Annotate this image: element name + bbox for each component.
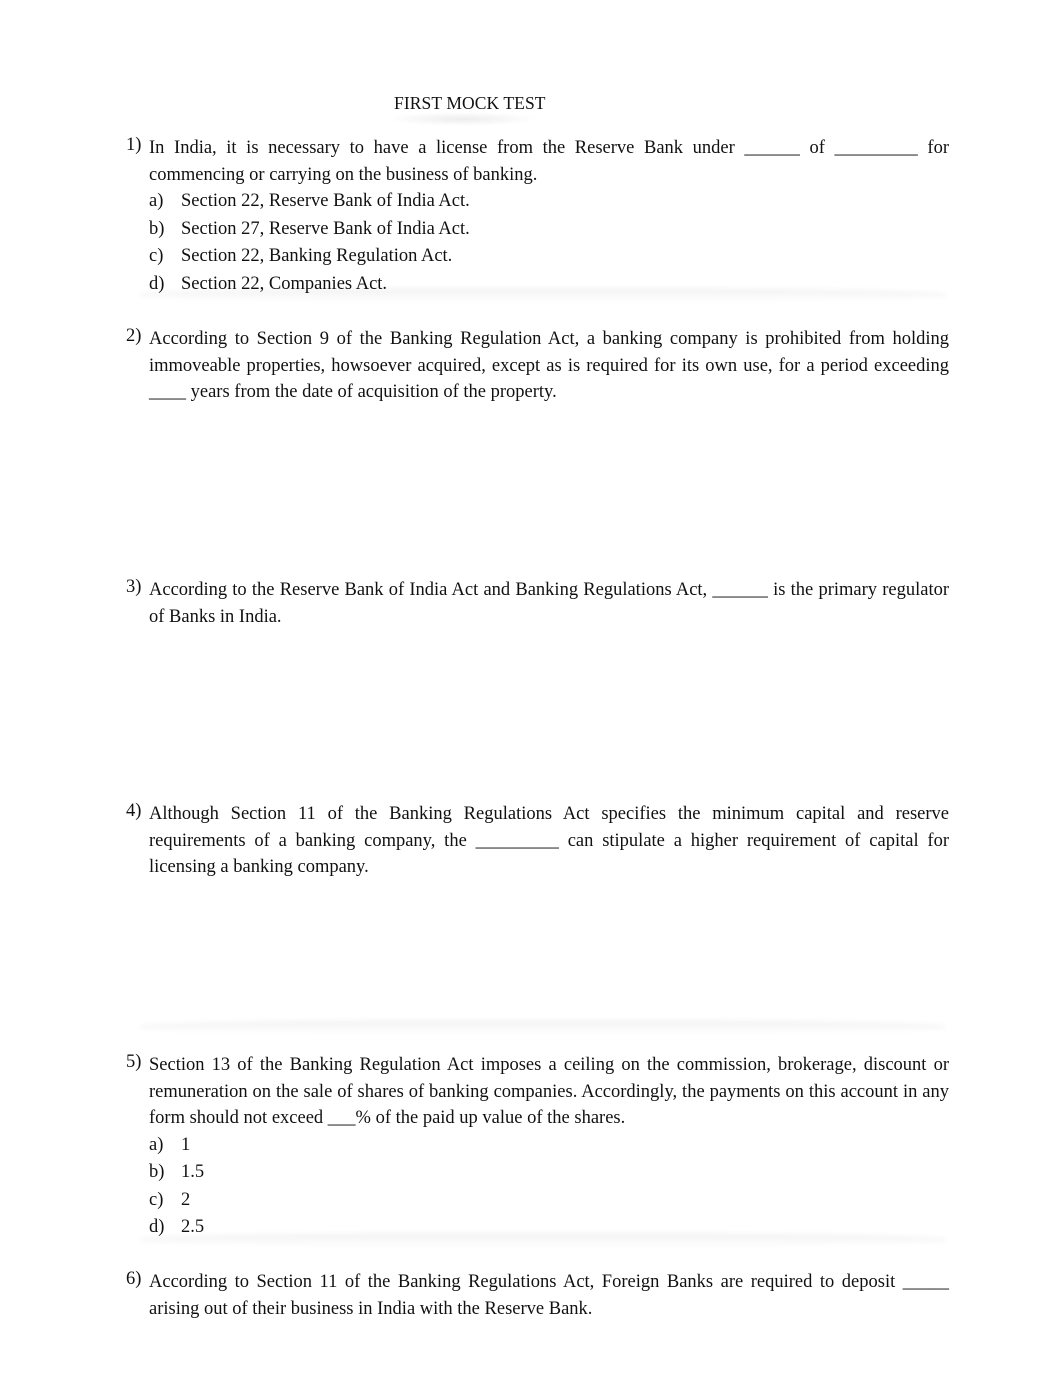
option-text: 1.5: [181, 1162, 205, 1182]
question-text: According to Section 11 of the Banking R…: [149, 1272, 949, 1319]
option-text: Section 22, Banking Regulation Act.: [181, 246, 453, 266]
option-text: 2: [181, 1189, 191, 1210]
options-list: a) Section 22, Reserve Bank of India Act…: [149, 188, 949, 298]
option-b[interactable]: b) 1.5: [149, 1159, 949, 1187]
question-5: 5) Section 13 of the Banking Regulation …: [126, 1052, 949, 1242]
section-divider-shadow: [140, 1233, 946, 1247]
option-text: Section 27, Reserve Bank of India Act.: [181, 218, 470, 239]
options-list: a) 1 b) 1.5 c) 2 d) 2.5: [149, 1132, 949, 1242]
section-divider-shadow: [140, 288, 946, 302]
title-shadow-decoration: [385, 112, 540, 126]
question-number: 4): [126, 801, 142, 821]
question-text: According to Section 9 of the Banking Re…: [149, 329, 949, 402]
option-text: Section 22, Reserve Bank of India Act.: [181, 191, 470, 211]
question-text: Although Section 11 of the Banking Regul…: [149, 804, 949, 877]
question-number: 5): [126, 1052, 142, 1072]
option-b[interactable]: b) Section 27, Reserve Bank of India Act…: [149, 216, 949, 244]
question-number: 1): [126, 135, 142, 155]
question-6: 6) According to Section 11 of the Bankin…: [126, 1269, 949, 1322]
question-number: 3): [126, 577, 142, 597]
question-text: In India, it is necessary to have a lice…: [149, 138, 949, 185]
option-c[interactable]: c) Section 22, Banking Regulation Act.: [149, 243, 949, 271]
option-c[interactable]: c) 2: [149, 1187, 949, 1215]
option-letter: b): [149, 218, 165, 239]
question-text: Section 13 of the Banking Regulation Act…: [149, 1055, 949, 1128]
option-letter: a): [149, 1134, 164, 1155]
question-2: 2) According to Section 9 of the Banking…: [126, 326, 949, 406]
question-3: 3) According to the Reserve Bank of Indi…: [126, 577, 949, 630]
question-number: 6): [126, 1269, 142, 1289]
question-4: 4) Although Section 11 of the Banking Re…: [126, 801, 949, 881]
question-text: According to the Reserve Bank of India A…: [149, 580, 949, 627]
option-letter: c): [149, 246, 164, 266]
option-letter: b): [149, 1162, 165, 1182]
document-title: FIRST MOCK TEST: [394, 93, 546, 113]
option-letter: a): [149, 191, 164, 211]
option-a[interactable]: a) 1: [149, 1132, 949, 1160]
option-letter: c): [149, 1189, 164, 1210]
option-a[interactable]: a) Section 22, Reserve Bank of India Act…: [149, 188, 949, 216]
question-1: 1) In India, it is necessary to have a l…: [126, 135, 949, 298]
option-text: 1: [181, 1134, 191, 1155]
question-number: 2): [126, 326, 142, 346]
section-divider-shadow: [140, 1020, 946, 1034]
